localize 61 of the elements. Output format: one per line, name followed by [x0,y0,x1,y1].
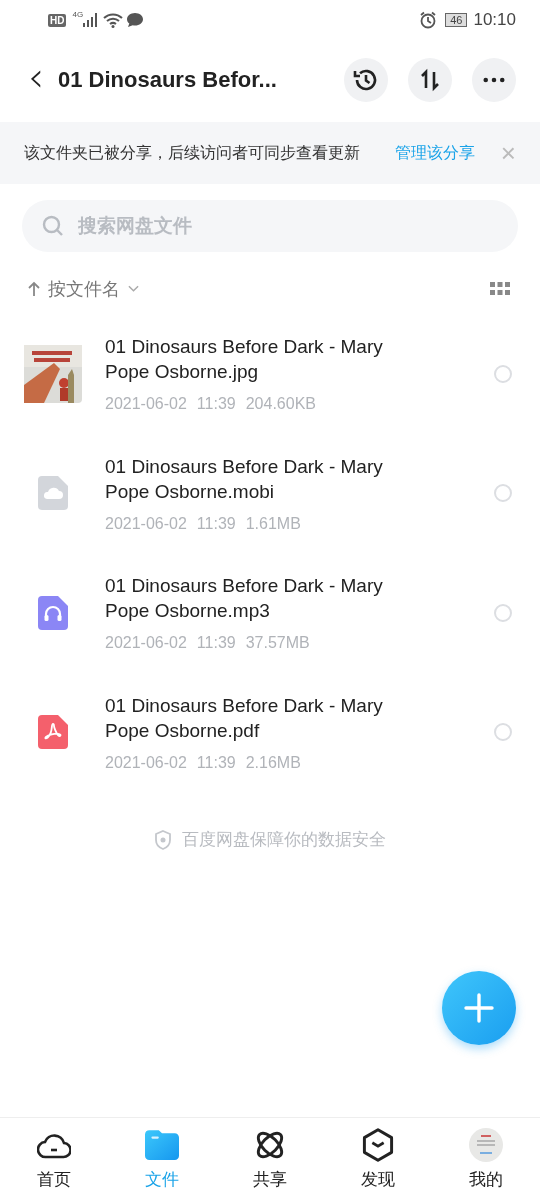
sort-by-name-button[interactable]: 按文件名 [28,277,139,301]
alarm-icon [419,11,438,29]
nav-tab[interactable]: 我的 [432,1118,540,1200]
network-type: 4G [72,10,84,19]
file-row[interactable]: 01 Dinosaurs Before Dark - Mary Pope Osborne.mp3 2021-06-02 11:39 37.57MB [0,553,540,673]
add-button[interactable] [442,971,516,1045]
file-time: 11:39 [196,395,236,414]
file-time: 11:39 [196,634,236,653]
more-button[interactable] [472,58,516,102]
folder-title: 01 Dinosaurs Befor... [58,67,278,93]
select-radio[interactable] [494,723,512,742]
nav-tab[interactable]: 发现 [324,1118,432,1200]
file-size: 204.60KB [245,395,316,414]
more-icon [483,77,505,83]
folder-icon [145,1127,179,1162]
file-time: 11:39 [196,514,236,533]
shield-icon [154,829,172,850]
nav-tab[interactable]: 首页 [0,1118,108,1200]
search-icon [42,215,64,237]
signal-icon [83,13,100,27]
grid-view-button[interactable] [490,282,510,296]
avatar-icon [469,1127,503,1162]
battery-indicator: 46 [445,13,468,27]
file-date: 2021-06-02 [105,395,187,414]
file-row[interactable]: 01 Dinosaurs Before Dark - Mary Pope Osborne.jpg 2021-06-02 11:39 204.60KB [0,314,540,434]
wifi-icon [103,12,124,28]
file-name: 01 Dinosaurs Before Dark - Mary Pope Osborne.mobi [105,454,384,504]
clock-time: 10:10 [473,10,516,30]
file-date: 2021-06-02 [105,634,187,653]
file-time: 11:39 [196,753,236,772]
file-row[interactable]: 01 Dinosaurs Before Dark - Mary Pope Osborne.mobi 2021-06-02 11:39 1.61MB [0,433,540,553]
file-row[interactable]: 01 Dinosaurs Before Dark - Mary Pope Osborne.pdf 2021-06-02 11:39 2.16MB [0,672,540,792]
share-notice: 该文件夹已被分享，后续访问者可同步查看更新 [24,142,361,163]
file-date: 2021-06-02 [105,514,187,533]
sort-button[interactable] [408,58,452,102]
plus-icon [464,993,494,1023]
select-radio[interactable] [494,484,512,503]
security-note: 百度网盘保障你的数据安全 [182,829,386,851]
search-field[interactable]: 搜索网盘文件 [22,200,518,252]
back-button[interactable]: ‹ [24,54,58,106]
file-size: 2.16MB [245,753,301,772]
file-name: 01 Dinosaurs Before Dark - Mary Pope Osborne.pdf [105,693,384,743]
headphones-file-icon [38,595,68,630]
hexagon-icon [361,1127,395,1162]
select-radio[interactable] [494,603,512,622]
cloud-file-icon [38,476,68,511]
up-arrow-icon [28,281,40,297]
chat-bubble-icon [126,12,145,28]
history-button[interactable] [344,58,388,102]
chevron-down-icon [128,285,139,293]
file-size: 37.57MB [245,634,310,653]
file-date: 2021-06-02 [105,753,187,772]
hd-indicator: HD [48,13,67,27]
file-name: 01 Dinosaurs Before Dark - Mary Pope Osborne.jpg [105,335,384,385]
select-radio[interactable] [494,364,512,383]
clock-icon [353,67,379,93]
file-size: 1.61MB [245,514,301,533]
pdf-file-icon [38,715,68,750]
file-name: 01 Dinosaurs Before Dark - Mary Pope Osborne.mp3 [105,574,384,624]
grid-icon [490,282,510,296]
nav-tab[interactable]: 共享 [216,1118,324,1200]
